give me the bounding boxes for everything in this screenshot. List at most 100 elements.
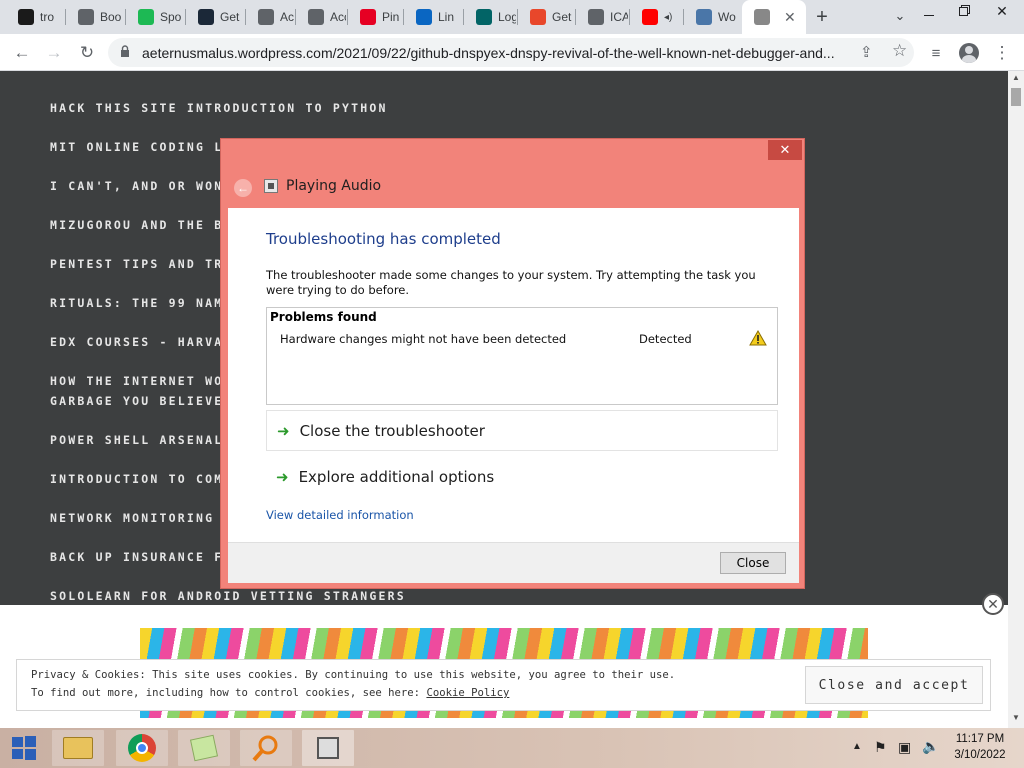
book-icon xyxy=(18,9,34,25)
tab-search-icon[interactable]: ⌄ xyxy=(890,6,910,26)
dialog-close-icon[interactable]: ✕ xyxy=(768,140,802,160)
back-arrow-icon[interactable]: ← xyxy=(10,41,34,65)
reload-icon[interactable]: ↻ xyxy=(75,41,99,65)
cookie-text-prefix: To find out more, including how to contr… xyxy=(31,687,427,699)
green-arrow-icon: ➜ xyxy=(277,421,290,440)
explore-options-option[interactable]: ➜ Explore additional options xyxy=(266,456,778,497)
new-tab-button[interactable]: + xyxy=(810,5,834,29)
browser-tab[interactable]: Boo xyxy=(66,0,124,34)
browser-tab[interactable]: Wo xyxy=(684,0,740,34)
network-icon[interactable]: ▣ xyxy=(898,739,911,756)
forward-arrow-icon[interactable]: → xyxy=(42,41,66,65)
tab-label: Lin xyxy=(438,10,455,24)
globe-icon xyxy=(258,9,274,25)
f-icon xyxy=(530,9,546,25)
clock-date[interactable]: 3/10/2022 xyxy=(948,749,1012,761)
browser-tab[interactable]: ✕ xyxy=(742,0,806,34)
browser-toolbar: ← → ↻ aeternusmalus.wordpress.com/2021/0… xyxy=(0,34,1024,71)
ad-close-icon[interactable]: ✕ xyxy=(982,593,1004,615)
site-menu-link[interactable]: HOW THE INTERNET WO xyxy=(50,371,223,391)
start-button[interactable] xyxy=(0,730,48,766)
back-arrow-icon[interactable]: ← xyxy=(234,179,252,197)
site-menu-link[interactable]: MIZUGOROU AND THE B xyxy=(50,215,223,235)
site-menu-link[interactable]: HACK THIS SITE INTRODUCTION TO PYTHON xyxy=(50,98,388,118)
troubleshooter-taskbar-icon[interactable] xyxy=(302,730,354,766)
tab-label: Wo xyxy=(718,10,736,24)
file-explorer-icon[interactable] xyxy=(52,730,104,766)
cookie-text-line2: To find out more, including how to contr… xyxy=(31,687,509,699)
tab-strip: tro Boo Spo Get Acc Acc Pin Lin Log Get ICA ◂) Wo ✕ +… xyxy=(0,0,1024,34)
sticky-notes-icon[interactable] xyxy=(178,730,230,766)
share-icon[interactable]: ⇪ xyxy=(860,43,873,61)
dialog-description: The troubleshooter made some changes to … xyxy=(266,268,756,297)
browser-tab[interactable]: ◂) xyxy=(630,0,682,34)
problem-row[interactable]: Hardware changes might not have been det… xyxy=(267,328,777,350)
close-and-accept-button[interactable]: Close and accept xyxy=(805,666,983,704)
address-bar[interactable]: aeternusmalus.wordpress.com/2021/09/22/g… xyxy=(108,38,914,67)
action-center-flag-icon[interactable]: ⚑ xyxy=(874,739,887,756)
site-menu-link[interactable]: NETWORK MONITORING xyxy=(50,508,214,528)
clock-time[interactable]: 11:17 PM xyxy=(948,733,1012,745)
site-menu-link[interactable]: INTRODUCTION TO COM xyxy=(50,469,223,489)
site-menu-link[interactable]: EDX COURSES - HARVA xyxy=(50,332,223,352)
globe-icon xyxy=(308,9,324,25)
site-menu-link[interactable]: I CAN'T, AND OR WON xyxy=(50,176,223,196)
chrome-icon[interactable] xyxy=(116,730,168,766)
close-tab-icon[interactable]: ✕ xyxy=(784,9,796,26)
dialog-footer: Close xyxy=(228,542,799,583)
windows-logo-icon xyxy=(12,736,36,760)
site-menu-link[interactable]: PENTEST TIPS AND TR xyxy=(50,254,223,274)
tab-label: Get xyxy=(552,10,572,24)
site-menu-link[interactable]: MIT ONLINE CODING L xyxy=(50,137,223,157)
troubleshooter-dialog: ✕ ← Playing Audio Troubleshooting has co… xyxy=(220,138,805,589)
browser-tab[interactable]: Spo xyxy=(126,0,184,34)
search-magnifier-icon[interactable] xyxy=(240,730,292,766)
scrollbar[interactable]: ▲ ▼ xyxy=(1008,71,1024,728)
dialog-body: Troubleshooting has completed The troubl… xyxy=(228,208,799,542)
profile-avatar[interactable] xyxy=(957,41,981,65)
browser-tab[interactable]: Acc xyxy=(296,0,346,34)
browser-tab[interactable]: Pin xyxy=(348,0,402,34)
restore-button[interactable] xyxy=(948,0,978,22)
site-menu-link[interactable]: POWER SHELL ARSENAL xyxy=(50,430,223,450)
scroll-down-icon[interactable]: ▼ xyxy=(1012,713,1020,722)
dialog-heading: Troubleshooting has completed xyxy=(266,230,501,248)
close-troubleshooter-option[interactable]: ➜ Close the troubleshooter xyxy=(266,410,778,451)
option-label: Close the troubleshooter xyxy=(299,421,485,440)
tab-label: Pin xyxy=(382,10,400,24)
browser-tab[interactable]: Lin xyxy=(404,0,462,34)
steam-icon xyxy=(198,9,214,25)
cookie-text-line1: Privacy & Cookies: This site uses cookie… xyxy=(31,669,676,681)
option-label: Explore additional options xyxy=(298,467,495,486)
close-window-button[interactable]: ✕ xyxy=(980,0,1024,22)
url-text[interactable]: aeternusmalus.wordpress.com/2021/09/22/g… xyxy=(142,45,852,61)
cookie-policy-link[interactable]: Cookie Policy xyxy=(426,687,509,699)
page-icon xyxy=(754,9,770,25)
tab-label: tro xyxy=(40,10,55,24)
scroll-up-icon[interactable]: ▲ xyxy=(1012,73,1020,82)
browser-tab[interactable]: Log xyxy=(464,0,516,34)
problem-status: Detected xyxy=(639,332,692,346)
reading-list-icon[interactable]: ≡ xyxy=(924,41,948,65)
menu-kebab-icon[interactable]: ⋮ xyxy=(990,41,1014,65)
bookmark-star-icon[interactable]: ☆ xyxy=(892,41,907,61)
site-menu-link[interactable]: GARBAGE YOU BELIEVE xyxy=(50,391,223,411)
browser-tab[interactable]: Get xyxy=(186,0,244,34)
show-hidden-icons-icon[interactable]: ▲ xyxy=(852,741,862,752)
scrollbar-thumb[interactable] xyxy=(1011,88,1021,106)
dialog-close-button[interactable]: Close xyxy=(720,552,786,574)
minimize-button[interactable] xyxy=(910,0,948,30)
browser-tab[interactable]: Get xyxy=(518,0,574,34)
youtube-icon xyxy=(642,9,658,25)
browser-tab[interactable]: Acc xyxy=(246,0,294,34)
pinterest-icon xyxy=(360,9,376,25)
site-menu-link[interactable]: BACK UP INSURANCE F xyxy=(50,547,223,567)
star-icon xyxy=(78,9,94,25)
browser-tab[interactable]: tro xyxy=(6,0,64,34)
browser-tab[interactable]: ICA xyxy=(576,0,628,34)
tab-label: Acc xyxy=(330,10,346,24)
view-detailed-information-link[interactable]: View detailed information xyxy=(266,508,414,522)
audio-playing-icon[interactable]: ◂) xyxy=(664,12,672,23)
volume-muted-icon[interactable]: 🔈 xyxy=(922,738,939,755)
site-menu-link[interactable]: RITUALS: THE 99 NAM xyxy=(50,293,223,313)
